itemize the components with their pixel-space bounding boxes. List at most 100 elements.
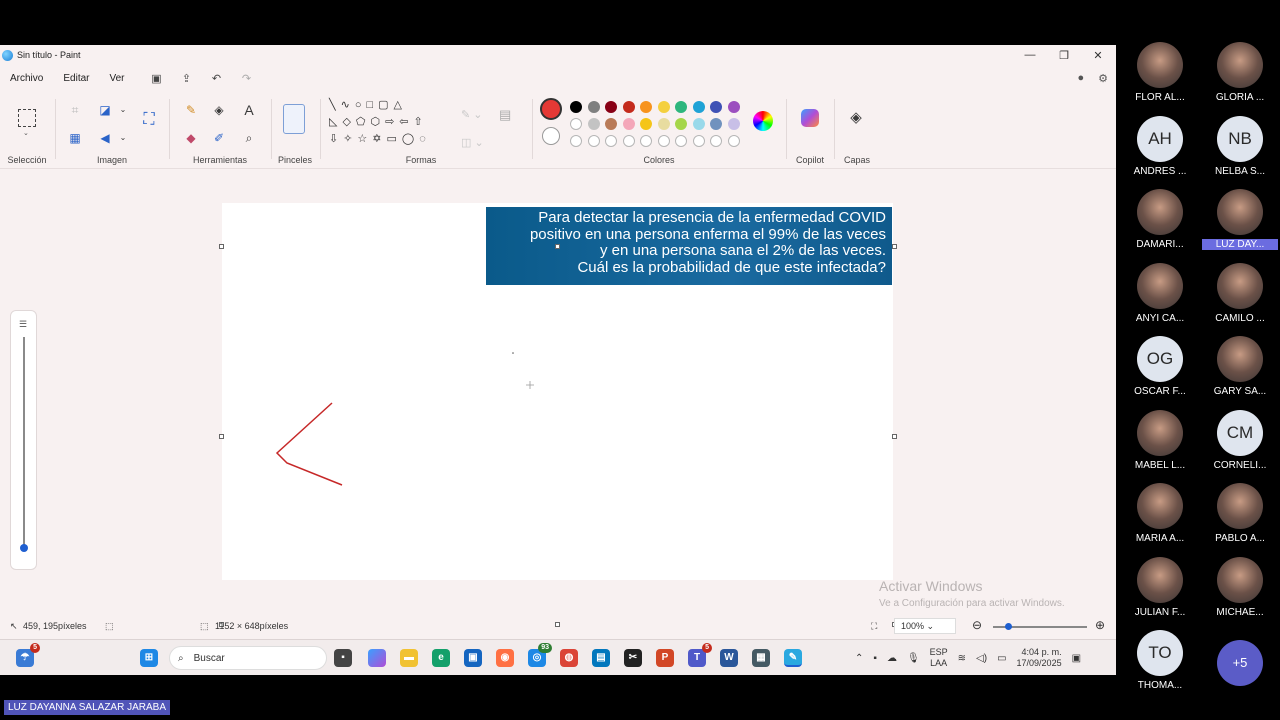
color-swatch[interactable] [692,118,705,130]
layers-icon[interactable]: ◈ [847,109,865,127]
pencil-icon[interactable]: ✎ [182,101,200,119]
task-view-icon[interactable]: ▪ [334,649,352,667]
color-swatch[interactable] [657,118,670,130]
fit-to-window-icon[interactable]: ⛶ [871,621,877,632]
text-icon[interactable]: A [240,101,258,119]
color-swatch[interactable] [657,101,670,113]
participant-tile[interactable]: +5 [1202,630,1278,686]
image-generator-icon[interactable]: ⛶ [140,111,158,129]
color-swatch[interactable] [640,118,652,130]
teams-icon[interactable]: T5 [688,643,712,667]
minimize-button[interactable]: — [1022,49,1038,61]
paint-taskbar-icon[interactable]: ✎ [784,649,802,667]
taskbar-search[interactable]: ⌕ Buscar [169,646,327,670]
resize-handle[interactable] [555,244,560,249]
color-swatch[interactable] [622,135,635,147]
color-swatch[interactable] [675,118,687,130]
tray-app-icon[interactable]: ▪ [873,653,877,664]
color-swatch[interactable] [587,135,600,147]
file-explorer-icon[interactable]: ▬ [400,649,418,667]
color-swatch[interactable] [710,101,722,113]
chevron-down-icon[interactable]: ⌄ [23,129,29,137]
participant-tile[interactable]: PABLO A... [1202,483,1278,544]
chevron-down-icon[interactable]: ⌄ [114,101,132,119]
vertical-zoom-slider[interactable]: ☰ [10,310,37,570]
account-icon[interactable]: ● [1077,72,1084,84]
pasted-text-image[interactable]: Para detectar la presencia de la enferme… [486,207,892,285]
participant-tile[interactable]: GLORIA ... [1202,42,1278,103]
participant-tile[interactable]: MABEL L... [1122,409,1198,471]
color-swatch[interactable] [640,101,652,113]
color-swatch[interactable] [675,101,687,113]
participant-tile[interactable]: MARIA A... [1122,483,1198,544]
start-icon[interactable]: ⊞ [140,649,158,667]
color-swatch[interactable] [605,101,617,113]
drawing-canvas[interactable]: Para detectar la presencia de la enferme… [222,203,893,580]
zoom-in-icon[interactable]: ⊕ [1095,618,1105,632]
color-swatch[interactable] [710,118,722,130]
color-swatch[interactable] [692,101,705,113]
color-picker-icon[interactable]: ✐ [210,129,228,147]
firefox-icon[interactable]: ◉ [496,649,514,667]
app-icon[interactable]: ▤ [592,649,610,667]
capcut-icon[interactable]: ✂ [624,649,642,667]
color-swatch[interactable] [710,135,722,147]
color-swatch[interactable] [727,101,740,113]
powerpoint-icon[interactable]: P [656,649,674,667]
magnifier-icon[interactable]: ⌕ [240,129,258,147]
copilot-taskbar-icon[interactable] [368,649,386,667]
primary-color-swatch[interactable] [540,98,562,120]
crop-icon[interactable]: ⌗ [66,101,84,119]
zoom-out-icon[interactable]: ⊖ [972,618,982,632]
settings-icon[interactable]: ⚙ [1098,72,1108,85]
color-swatch[interactable] [640,135,652,147]
color-swatch[interactable] [622,101,635,113]
copilot-icon[interactable] [801,109,819,127]
volume-icon[interactable]: ◁) [976,653,987,664]
calculator-icon[interactable]: ▦ [752,649,770,667]
shapes-gallery[interactable]: ╲∿○□▢△ ◺◇⬠⬡⇨⇦⇧ ⇩✧☆✡▭◯◌ [329,97,431,148]
cloud-icon[interactable]: ☁ [887,653,897,664]
color-swatch[interactable] [727,135,740,147]
color-swatch[interactable] [727,118,740,130]
color-swatch[interactable] [570,118,582,130]
participant-tile[interactable]: AH ANDRES ... [1122,115,1198,177]
participant-tile[interactable]: FLOR AL... [1122,42,1198,103]
color-swatch[interactable] [587,101,600,113]
color-swatch[interactable] [675,135,687,147]
participant-tile[interactable]: DAMARI... [1122,189,1198,250]
participant-tile[interactable]: NB NELBA S... [1202,115,1278,177]
participant-tile[interactable]: LUZ DAY... [1202,189,1278,250]
save-icon[interactable]: ▣ [149,72,165,85]
browser-icon[interactable]: ◎ 93 [528,643,552,667]
brush-icon[interactable] [283,104,305,134]
participant-tile[interactable]: CAMILO ... [1202,262,1278,324]
outline-fill-icons[interactable]: ✎ ⌄ ◫ ⌄ [461,101,484,157]
more-participants-button[interactable]: +5 [1217,640,1263,686]
shape-style-icon[interactable]: ▤ [499,107,511,123]
wifi-icon[interactable]: ≋ [958,653,966,664]
flip-icon[interactable]: ◀ [96,129,114,147]
participant-tile[interactable]: CM CORNELI... [1202,409,1278,471]
secondary-color-swatch[interactable] [542,127,560,145]
language-indicator[interactable]: ESP LAA [930,647,948,669]
chrome-icon[interactable]: ◍ [560,649,578,667]
menu-archivo[interactable]: Archivo [0,73,53,84]
battery-icon[interactable]: ▭ [997,653,1006,664]
color-swatch[interactable] [622,118,635,130]
undo-icon[interactable]: ↶ [209,72,225,85]
resize-icon[interactable]: ◪ [96,101,114,119]
share-icon[interactable]: ⇪ [179,72,195,85]
participant-tile[interactable]: MICHAE... [1202,556,1278,618]
chevron-down-icon[interactable]: ⌄ [114,129,132,147]
word-icon[interactable]: W [720,649,738,667]
color-swatch[interactable] [692,135,705,147]
participant-tile[interactable]: JULIAN F... [1122,556,1198,618]
store-icon[interactable]: ▣ [464,649,482,667]
color-swatch[interactable] [570,101,582,113]
resize-handle[interactable] [219,434,224,439]
color-swatch[interactable] [570,135,582,147]
edit-colors-icon[interactable] [753,111,773,131]
participant-tile[interactable]: OG OSCAR F... [1122,336,1198,397]
maximize-button[interactable]: ❐ [1056,49,1072,62]
